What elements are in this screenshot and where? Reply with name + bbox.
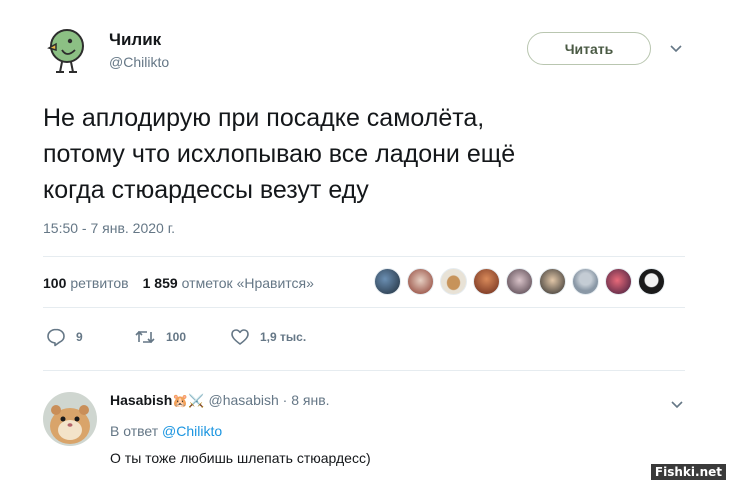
- chevron-down-icon[interactable]: [669, 396, 685, 412]
- reply-header: Hasabish🐹⚔️ @hasabish · 8 янв.: [110, 392, 330, 409]
- chevron-down-icon[interactable]: [668, 40, 684, 56]
- reply-date[interactable]: 8 янв.: [291, 392, 329, 408]
- tweet-actions: 9 100 1,9 тыс.: [46, 325, 306, 349]
- speech-bubble-icon: [47, 328, 65, 347]
- liker-avatar[interactable]: [638, 268, 665, 295]
- reply-action[interactable]: 9: [46, 327, 134, 347]
- reply-to-prefix: В ответ: [110, 423, 159, 439]
- reply-count: 9: [76, 330, 83, 344]
- bird-avatar-icon: [47, 29, 84, 73]
- author-handle[interactable]: @Chilikto: [109, 54, 169, 70]
- reply-to-link[interactable]: @Chilikto: [162, 423, 222, 439]
- retweet-action[interactable]: 100: [134, 327, 230, 347]
- tweet-header: Чилик @Chilikto Читать: [40, 22, 700, 82]
- follow-button[interactable]: Читать: [527, 32, 651, 65]
- watermark: Fishki.net: [650, 464, 726, 480]
- liker-avatar[interactable]: [539, 268, 566, 295]
- likes-count[interactable]: 1 859: [143, 275, 178, 291]
- likes-label[interactable]: отметок «Нравится»: [182, 275, 314, 291]
- heart-icon: [231, 329, 249, 345]
- tweet-stats: 100 ретвитов 1 859 отметок «Нравится»: [43, 268, 328, 298]
- liker-avatar[interactable]: [407, 268, 434, 295]
- reply-avatar[interactable]: [43, 392, 97, 446]
- liker-avatar[interactable]: [374, 268, 401, 295]
- divider: [43, 307, 685, 308]
- author-name[interactable]: Чилик: [109, 30, 169, 50]
- liker-avatar[interactable]: [572, 268, 599, 295]
- liker-avatar[interactable]: [440, 268, 467, 295]
- divider: [43, 256, 685, 257]
- tweet-text-line: когда стюардессы везут еду: [43, 176, 369, 204]
- tweet-text: Не аплодирую при посадке самолёта, потом…: [43, 100, 663, 208]
- reply-author-handle[interactable]: @hasabish: [209, 392, 279, 408]
- tweet-text-line: Не аплодирую при посадке самолёта,: [43, 104, 485, 132]
- tweet-timestamp[interactable]: 15:50 - 7 янв. 2020 г.: [43, 220, 175, 236]
- retweets-label[interactable]: ретвитов: [70, 275, 128, 291]
- liker-avatar[interactable]: [506, 268, 533, 295]
- likers-avatars: [374, 268, 671, 295]
- author-info: Чилик @Chilikto: [109, 30, 169, 70]
- reply-author-emoji: 🐹⚔️: [172, 393, 205, 408]
- liker-avatar[interactable]: [605, 268, 632, 295]
- like-action[interactable]: 1,9 тыс.: [230, 327, 306, 347]
- reply-to: В ответ @Chilikto: [110, 423, 222, 439]
- hamster-avatar-icon: [43, 392, 97, 446]
- reply-text: О ты тоже любишь шлепать стюардесс): [110, 450, 371, 466]
- reply-separator: ·: [282, 392, 288, 408]
- tweet-text-line: потому что исхлопываю все ладони ещё: [43, 140, 516, 168]
- reply-author-name[interactable]: Hasabish: [110, 392, 172, 408]
- retweet-count: 100: [166, 330, 187, 344]
- retweet-icon: [135, 330, 155, 344]
- reply-tweet[interactable]: Hasabish🐹⚔️ @hasabish · 8 янв. В ответ @…: [43, 390, 693, 470]
- divider: [43, 370, 685, 371]
- liker-avatar[interactable]: [473, 268, 500, 295]
- like-count: 1,9 тыс.: [260, 330, 307, 344]
- retweets-count[interactable]: 100: [43, 275, 66, 291]
- author-avatar[interactable]: [40, 24, 90, 74]
